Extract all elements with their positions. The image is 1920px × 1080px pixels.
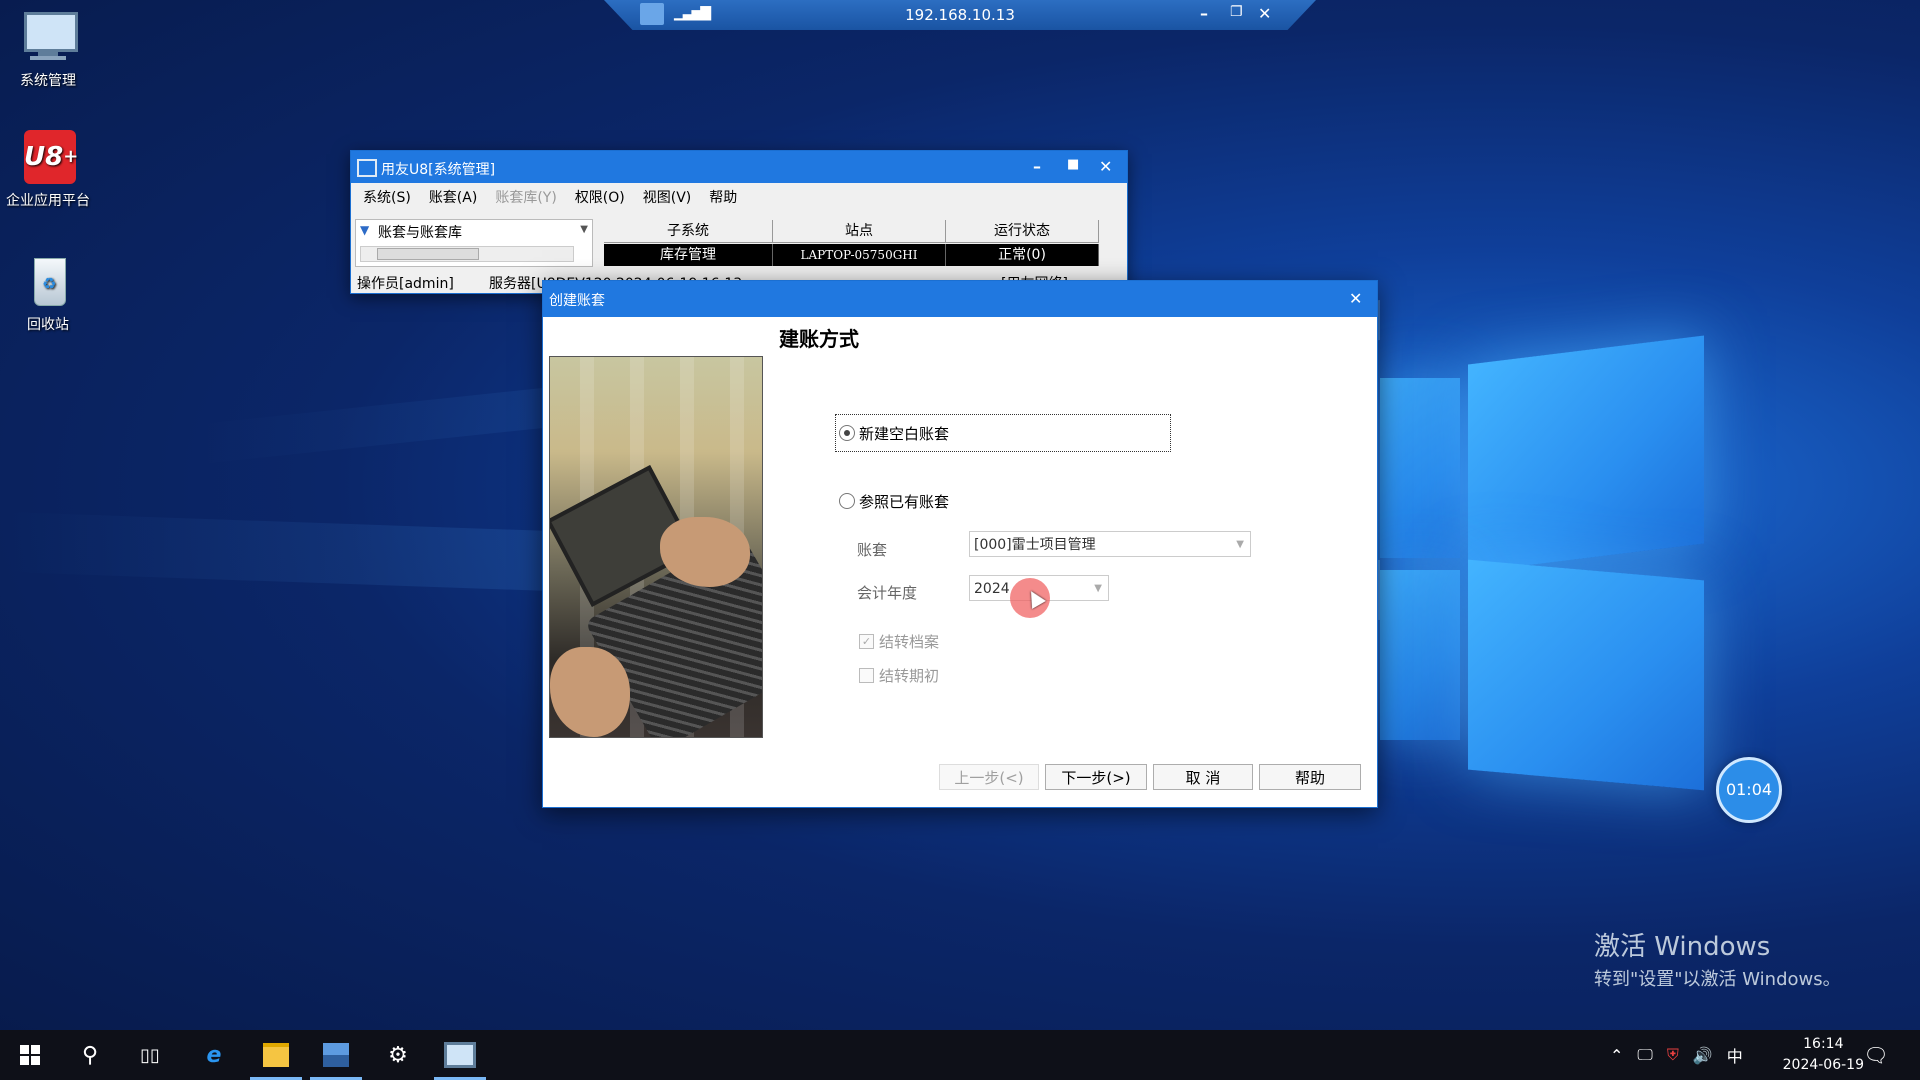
menu-system[interactable]: 系统(S)	[363, 187, 411, 207]
close-icon[interactable]: ✕	[1258, 4, 1271, 23]
dialog-titlebar[interactable]: 创建账套 ✕	[543, 281, 1377, 317]
account-select[interactable]: [000]雷士项目管理 ▼	[969, 531, 1251, 557]
desktop-icon-label: 系统管理	[20, 73, 76, 89]
system-admin-taskbar-icon[interactable]	[430, 1030, 490, 1080]
chevron-down-icon: ▼	[1094, 583, 1102, 594]
session-table-header: 子系统 站点 运行状态	[604, 220, 1099, 243]
checkbox-carry-opening-label[interactable]: 结转期初	[879, 665, 939, 686]
prev-button[interactable]: 上一步(<)	[939, 764, 1039, 790]
recording-timer[interactable]: 01:04	[1716, 757, 1782, 823]
taskbar: ⚲ ▯▯ e ⚙ ⌃ 🖵 ⛨ 🔊 中 16:14 2024-06-19 🗨	[0, 1030, 1920, 1080]
table-cell: 正常(0)	[946, 244, 1099, 266]
checkbox-carry-opening[interactable]	[859, 668, 874, 683]
activation-watermark: 激活 Windows 转到"设置"以激活 Windows。	[1594, 926, 1841, 991]
task-view-icon[interactable]: ▯▯	[120, 1030, 180, 1080]
radio-reference-existing-label[interactable]: 参照已有账套	[859, 491, 949, 512]
checkbox-carry-archive[interactable]: ✓	[859, 634, 874, 649]
menu-help[interactable]: 帮助	[709, 187, 737, 207]
main-window-title: 用友U8[系统管理]	[381, 162, 496, 178]
maximize-icon[interactable]: ■	[1067, 157, 1079, 172]
server-manager-icon[interactable]	[306, 1030, 366, 1080]
expand-icon[interactable]: ▼	[360, 223, 369, 237]
ime-indicator[interactable]: 中	[1727, 1043, 1743, 1067]
volume-icon[interactable]: 🔊	[1693, 1046, 1713, 1065]
desktop-icon-label: 回收站	[27, 317, 69, 333]
menu-account-library[interactable]: 账套库(Y)	[495, 187, 556, 207]
radio-reference-existing[interactable]	[839, 493, 855, 509]
column-header[interactable]: 站点	[773, 220, 946, 242]
account-label: 账套	[857, 541, 888, 559]
column-header[interactable]: 子系统	[604, 220, 773, 242]
close-icon[interactable]: ✕	[1099, 157, 1112, 176]
status-operator: 操作员[admin]	[357, 276, 454, 292]
settings-gear-icon[interactable]: ⚙	[368, 1030, 428, 1080]
close-icon[interactable]: ✕	[1349, 289, 1362, 308]
desktop-icon-recycle-bin[interactable]: ♻ 回收站	[0, 254, 96, 334]
column-header[interactable]: 运行状态	[946, 220, 1099, 242]
app-icon	[357, 159, 377, 177]
radio-new-blank[interactable]	[839, 425, 855, 441]
rdp-host-ip: 192.168.10.13	[905, 6, 1015, 24]
cancel-button[interactable]: 取 消	[1153, 764, 1253, 790]
file-explorer-icon[interactable]	[246, 1030, 306, 1080]
menu-permission[interactable]: 权限(O)	[575, 187, 625, 207]
horizontal-scrollbar[interactable]	[360, 246, 574, 262]
menu-view[interactable]: 视图(V)	[643, 187, 692, 207]
remote-desktop-bar[interactable]: ▁▃▅▇ 192.168.10.13 – ❐ ✕	[604, 0, 1316, 30]
fiscal-year-label: 会计年度	[857, 584, 918, 602]
table-cell: LAPTOP-05750GHI	[773, 244, 946, 266]
chevron-down-icon: ▼	[1236, 539, 1244, 550]
ie-browser-icon[interactable]: e	[184, 1030, 244, 1080]
minimize-icon[interactable]: –	[1033, 157, 1041, 176]
menu-bar: 系统(S) 账套(A) 账套库(Y) 权限(O) 视图(V) 帮助	[351, 183, 1127, 211]
windows-logo-pane-tr	[1468, 335, 1704, 573]
dialog-heading: 建账方式	[779, 327, 859, 351]
table-row[interactable]: 库存管理 LAPTOP-05750GHI 正常(0)	[604, 244, 1099, 266]
recycle-bin-icon: ♻	[20, 254, 76, 310]
fiscal-year-value: 2024	[974, 581, 1010, 597]
help-button[interactable]: 帮助	[1259, 764, 1361, 790]
notification-center-icon[interactable]: 🗨	[1852, 1030, 1900, 1080]
computer-icon	[20, 10, 78, 66]
chevron-up-icon[interactable]: ⌃	[1610, 1046, 1623, 1065]
tree-root-label: 账套与账套库	[378, 225, 462, 241]
decorative-photo	[549, 356, 763, 738]
menu-account[interactable]: 账套(A)	[429, 187, 478, 207]
radio-new-blank-label[interactable]: 新建空白账套	[859, 423, 949, 444]
u8-plus-icon: U8+	[20, 130, 78, 186]
search-icon[interactable]: ⚲	[60, 1030, 120, 1080]
desktop-icon-system-admin[interactable]: 系统管理	[0, 10, 96, 90]
table-cell: 库存管理	[604, 244, 773, 266]
create-account-dialog: 创建账套 ✕ 建账方式 新建空白账套 参照已有账套 账套 [000]雷士项目管理…	[542, 280, 1378, 808]
watermark-line2: 转到"设置"以激活 Windows。	[1594, 969, 1841, 990]
system-tray: ⌃ 🖵 ⛨ 🔊 中	[1610, 1030, 1743, 1080]
main-window-titlebar[interactable]: 用友U8[系统管理] – ■ ✕	[351, 151, 1127, 183]
tree-panel[interactable]: ▼ 账套与账套库 ▼	[355, 219, 593, 267]
desktop-icon-label: 企业应用平台	[6, 193, 90, 209]
windows-start-icon	[20, 1045, 40, 1065]
start-button[interactable]	[0, 1030, 60, 1080]
chevron-down-icon[interactable]: ▼	[580, 224, 588, 235]
checkbox-carry-archive-label[interactable]: 结转档案	[879, 631, 939, 652]
windows-logo-pane-tl	[1380, 378, 1460, 558]
restore-icon[interactable]: ❐	[1230, 4, 1243, 20]
watermark-line1: 激活 Windows	[1594, 932, 1771, 962]
network-icon[interactable]: 🖵	[1637, 1045, 1652, 1065]
windows-logo-pane-bl	[1380, 570, 1460, 740]
security-alert-icon[interactable]: ⛨	[1667, 1045, 1679, 1065]
windows-logo-pane-br	[1468, 559, 1704, 791]
account-select-value: [000]雷士项目管理	[974, 537, 1096, 553]
dialog-title: 创建账套	[549, 293, 605, 309]
desktop-icon-enterprise-platform[interactable]: U8+ 企业应用平台	[0, 130, 96, 210]
minimize-icon[interactable]: –	[1200, 4, 1208, 23]
next-button[interactable]: 下一步(>)	[1045, 764, 1147, 790]
